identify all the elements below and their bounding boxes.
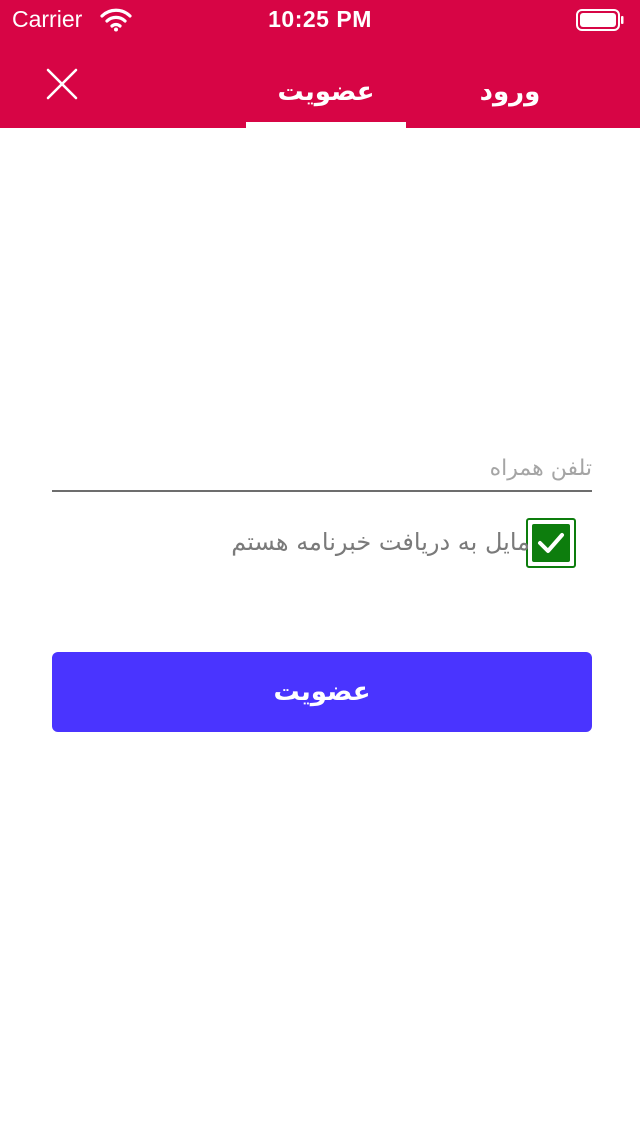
tab-register[interactable]: عضویت <box>246 70 406 114</box>
app-header: Carrier 10:25 PM عضویت ورود <box>0 0 640 128</box>
phone-input[interactable] <box>52 446 592 492</box>
checkbox-fill <box>532 524 570 562</box>
register-button[interactable]: عضویت <box>52 652 592 732</box>
newsletter-label: مایل به دریافت خبرنامه هستم <box>231 528 530 556</box>
newsletter-checkbox[interactable] <box>526 518 576 568</box>
battery-icon <box>576 9 624 31</box>
active-tab-indicator <box>246 122 406 128</box>
checkmark-icon <box>538 533 564 553</box>
clock: 10:25 PM <box>268 6 372 32</box>
tab-login[interactable]: ورود <box>440 70 580 114</box>
status-bar: Carrier 10:25 PM <box>0 0 640 40</box>
close-icon[interactable] <box>40 64 84 108</box>
